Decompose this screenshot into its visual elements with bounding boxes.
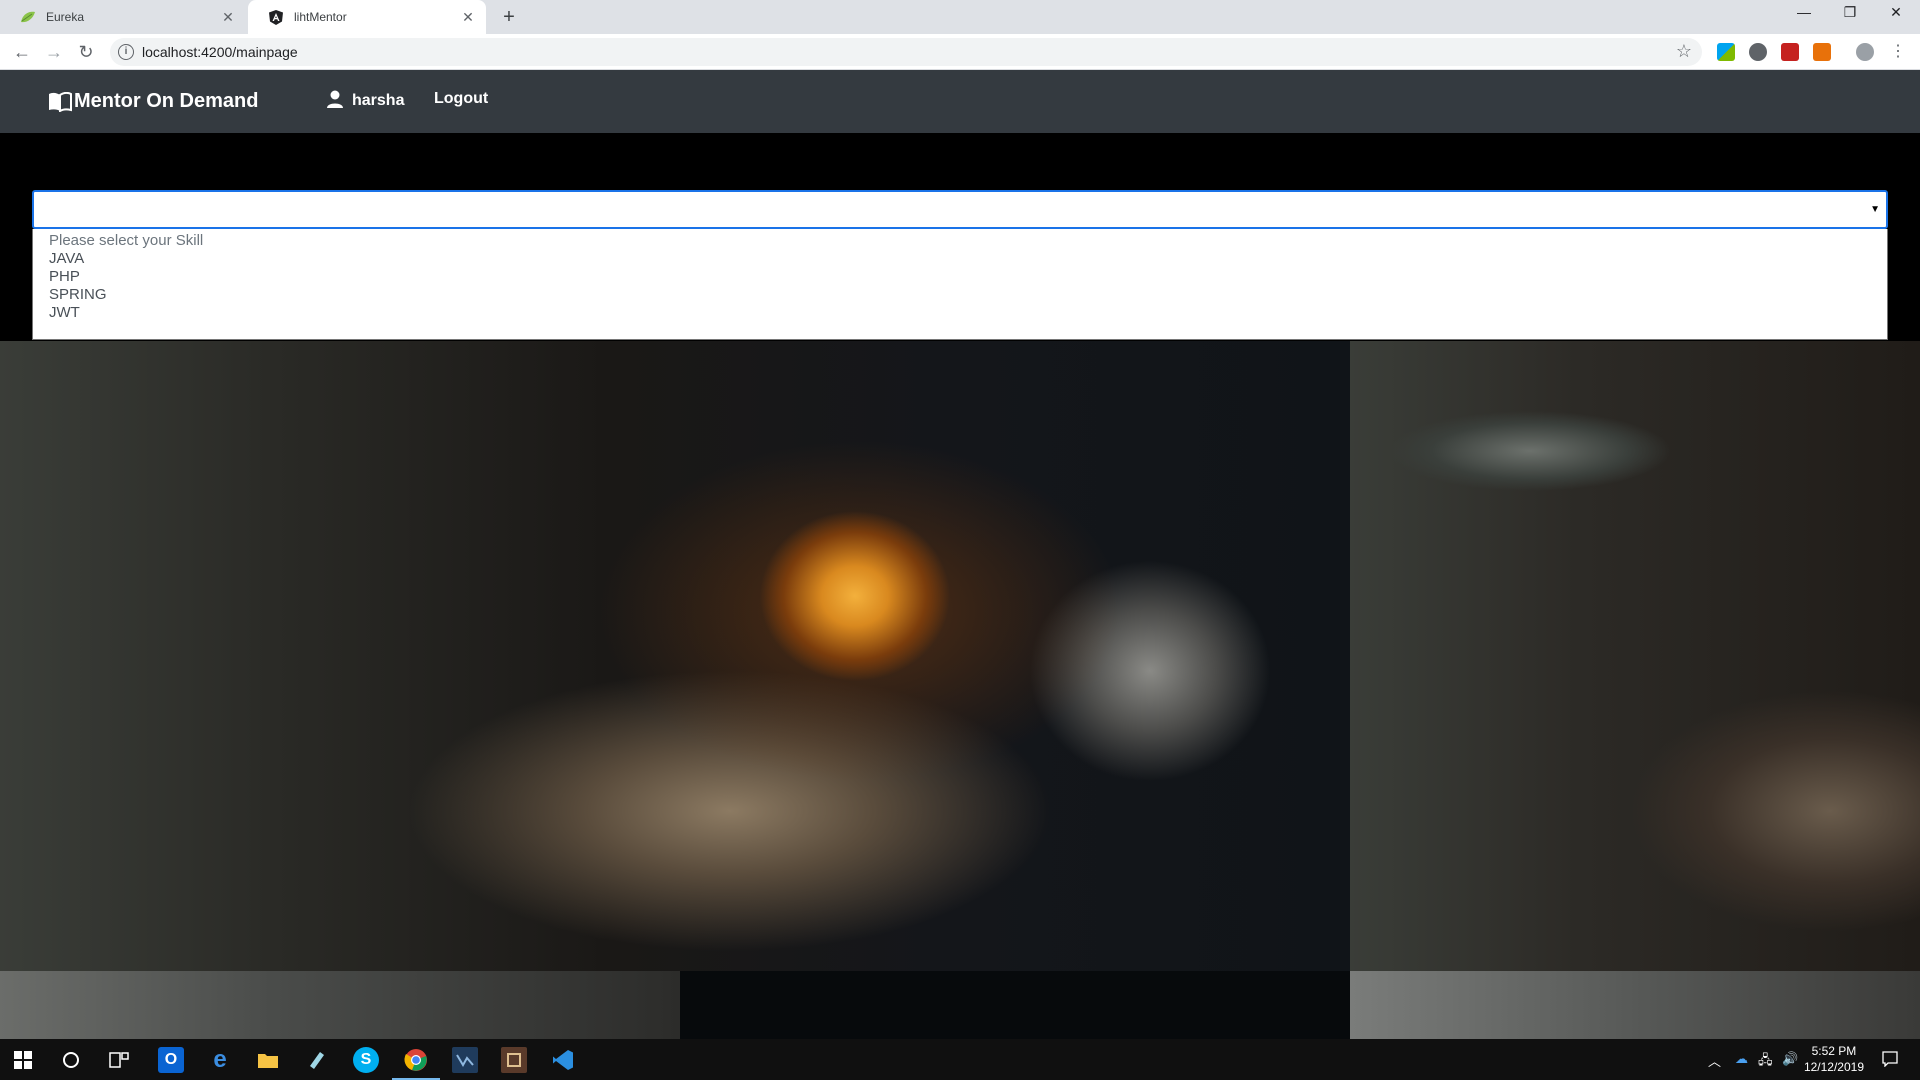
cortana-search-icon[interactable] — [58, 1047, 84, 1073]
app-navbar: Mentor On Demand harsha Logout — [0, 70, 1920, 133]
tab-title: Eureka — [46, 10, 85, 24]
minimize-icon[interactable]: — — [1792, 4, 1816, 20]
close-window-icon[interactable]: ✕ — [1884, 4, 1908, 21]
profile-avatar-icon[interactable] — [1856, 43, 1874, 61]
brand-link[interactable]: Mentor On Demand — [48, 90, 258, 113]
background-image-strip — [0, 971, 680, 1039]
clock-date: 12/12/2019 — [1803, 1060, 1864, 1074]
address-bar[interactable]: i localhost:4200/mainpage ☆ — [110, 38, 1702, 66]
background-image-strip — [680, 971, 1350, 1039]
tray-chevron-up-icon[interactable]: ︿ — [1708, 1051, 1721, 1070]
vscode-icon[interactable] — [550, 1047, 576, 1073]
logout-link[interactable]: Logout — [434, 90, 488, 108]
angular-icon — [268, 9, 284, 25]
taskbar-clock[interactable]: 5:52 PM 12/12/2019 — [1804, 1043, 1864, 1075]
skill-option-java[interactable]: JAVA — [49, 250, 84, 267]
off-extension-icon[interactable] — [1813, 43, 1831, 61]
pdf-extension-icon[interactable] — [1781, 43, 1799, 61]
app-icon[interactable] — [501, 1047, 527, 1073]
user-menu[interactable]: harsha — [326, 90, 404, 110]
skype-icon[interactable]: S — [353, 1047, 379, 1073]
extension-icon[interactable] — [1749, 43, 1767, 61]
chevron-down-icon: ▼ — [1870, 204, 1880, 215]
sts-ide-icon[interactable] — [452, 1047, 478, 1073]
info-icon[interactable]: i — [118, 44, 134, 60]
forward-icon[interactable]: → — [42, 40, 66, 64]
skill-dropdown-list: Please select your Skill JAVA PHP SPRING… — [32, 229, 1888, 340]
windows-extension-icon[interactable] — [1717, 43, 1735, 61]
notepad-icon[interactable] — [304, 1047, 330, 1073]
file-explorer-icon[interactable] — [255, 1047, 281, 1073]
windows-taskbar: O e S ︿ ☁ 🖧 🔊 5:52 PM 12/12/2019 — [0, 1039, 1920, 1080]
leaf-icon — [20, 9, 36, 25]
brand-title: Mentor On Demand — [74, 90, 259, 112]
book-icon — [49, 91, 72, 112]
restore-icon[interactable]: ❐ — [1838, 4, 1862, 21]
notification-icon[interactable] — [1882, 1051, 1898, 1070]
task-view-icon[interactable] — [106, 1047, 132, 1073]
outlook-icon[interactable]: O — [158, 1047, 184, 1073]
new-tab-button[interactable]: + — [498, 6, 520, 28]
skill-option-jwt[interactable]: JWT — [49, 304, 80, 321]
url-text: localhost:4200/mainpage — [142, 44, 298, 60]
skill-select[interactable]: ▼ — [32, 190, 1888, 229]
user-icon — [327, 90, 343, 108]
tab-eureka[interactable]: Eureka ✕ — [0, 0, 246, 34]
onedrive-icon[interactable]: ☁ — [1735, 1051, 1748, 1067]
bookmark-star-icon[interactable]: ☆ — [1676, 41, 1692, 62]
skill-option-php[interactable]: PHP — [49, 268, 80, 285]
back-icon[interactable]: ← — [10, 40, 34, 64]
background-image-panel — [1350, 341, 1920, 971]
close-tab-icon[interactable]: ✕ — [460, 9, 476, 25]
skill-option-spring[interactable]: SPRING — [49, 286, 107, 303]
close-tab-icon[interactable]: ✕ — [220, 9, 236, 25]
background-image — [0, 341, 1920, 1039]
tab-lihtmentor[interactable]: lihtMentor ✕ — [248, 0, 486, 34]
skill-option-placeholder[interactable]: Please select your Skill — [49, 232, 203, 249]
reload-icon[interactable]: ↻ — [74, 40, 98, 64]
tab-title: lihtMentor — [294, 10, 347, 24]
network-icon[interactable]: 🖧 — [1758, 1051, 1773, 1073]
clock-time: 5:52 PM — [1811, 1044, 1857, 1058]
browser-tabstrip: Eureka ✕ lihtMentor ✕ + — ❐ ✕ — [0, 0, 1920, 34]
browser-toolbar: ← → ↻ i localhost:4200/mainpage ☆ ⋮ — [0, 34, 1920, 70]
menu-dots-icon[interactable]: ⋮ — [1886, 40, 1910, 64]
background-image-strip — [1350, 971, 1920, 1039]
volume-icon[interactable]: 🔊 — [1782, 1051, 1798, 1067]
username: harsha — [352, 92, 405, 109]
edge-icon[interactable]: e — [207, 1046, 233, 1073]
windows-start-icon[interactable] — [10, 1047, 36, 1073]
background-image-panel — [0, 341, 1350, 971]
chrome-icon[interactable] — [403, 1047, 429, 1073]
